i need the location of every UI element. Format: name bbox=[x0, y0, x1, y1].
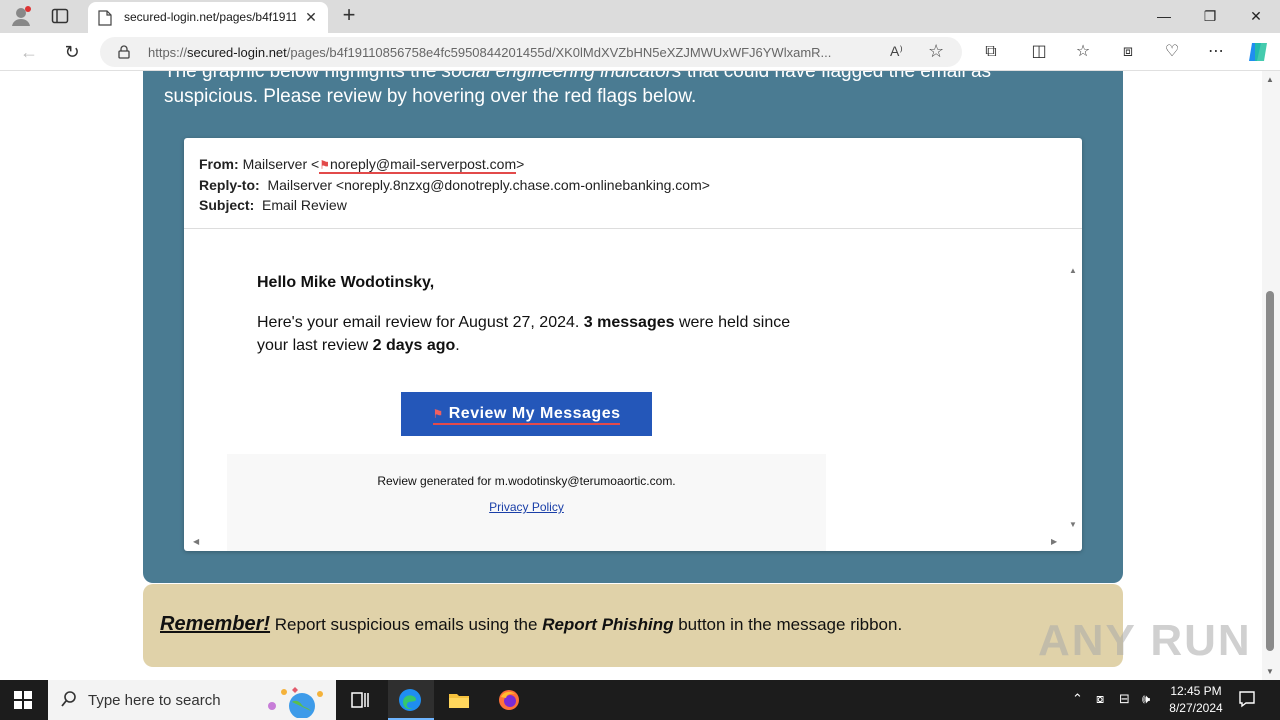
extensions-icon[interactable]: ⧉ bbox=[980, 41, 1002, 63]
taskbar-search[interactable]: Type here to search bbox=[48, 680, 336, 720]
flagged-sender[interactable]: ⚑noreply@mail-serverpost.com bbox=[319, 156, 517, 174]
search-placeholder: Type here to search bbox=[88, 692, 221, 709]
page-scrollbar[interactable]: ▲ ▼ bbox=[1262, 71, 1280, 680]
red-flag-icon[interactable]: ⚑ bbox=[319, 158, 330, 172]
reminder-panel: Remember! Report suspicious emails using… bbox=[143, 584, 1123, 667]
system-clock[interactable]: 12:45 PM 8/27/2024 bbox=[1160, 683, 1232, 717]
tray-overflow-icon[interactable]: ⌃ bbox=[1072, 691, 1083, 707]
search-icon bbox=[61, 691, 76, 707]
back-button[interactable]: ← bbox=[18, 41, 40, 63]
network-icon[interactable]: ⊟ bbox=[1119, 691, 1130, 707]
more-menu-icon[interactable]: ⋯ bbox=[1205, 41, 1227, 63]
lesson-intro: The graphic below highlights the social … bbox=[164, 71, 992, 107]
url-text[interactable]: https://secured-login.net/pages/b4f19110… bbox=[148, 45, 878, 60]
browser-essentials-icon[interactable]: ♡ bbox=[1161, 41, 1183, 63]
scroll-left-icon[interactable]: ◀ bbox=[193, 537, 199, 546]
lock-icon[interactable] bbox=[118, 45, 130, 59]
page-icon bbox=[98, 10, 112, 26]
footer-text: Review generated for m.wodotinsky@terumo… bbox=[377, 474, 676, 488]
address-bar[interactable]: https://secured-login.net/pages/b4f19110… bbox=[100, 37, 962, 67]
privacy-policy-link[interactable]: Privacy Policy bbox=[227, 500, 826, 514]
windows-start-icon[interactable] bbox=[14, 691, 32, 709]
browser-toolbar: ← ↻ https://secured-login.net/pages/b4f1… bbox=[0, 33, 1280, 71]
email-footer: Review generated for m.wodotinsky@terumo… bbox=[227, 454, 826, 551]
lesson-panel: The graphic below highlights the social … bbox=[143, 71, 1123, 583]
notifications-icon[interactable] bbox=[1238, 690, 1256, 708]
firefox-icon[interactable] bbox=[497, 688, 521, 712]
taskbar-edge-active[interactable] bbox=[388, 680, 434, 720]
phishing-email-preview: From: Mailserver <⚑noreply@mail-serverpo… bbox=[184, 138, 1082, 551]
favorites-icon[interactable]: ☆ bbox=[1072, 41, 1094, 63]
browser-tab-active[interactable]: secured-login.net/pages/b4f1911 ✕ bbox=[88, 2, 328, 33]
from-row: From: Mailserver <⚑noreply@mail-serverpo… bbox=[199, 156, 525, 174]
scroll-up-icon[interactable]: ▲ bbox=[1266, 75, 1274, 84]
minimize-button[interactable]: — bbox=[1142, 4, 1186, 28]
scroll-down-icon[interactable]: ▼ bbox=[1069, 520, 1077, 529]
meet-now-icon[interactable]: ⧇ bbox=[1096, 691, 1104, 707]
profile-icon[interactable] bbox=[10, 5, 32, 27]
tab-strip: secured-login.net/pages/b4f1911 ✕ + — ❐ … bbox=[0, 0, 1280, 33]
red-flag-icon[interactable]: ⚑ bbox=[433, 407, 444, 421]
scroll-up-icon[interactable]: ▲ bbox=[1069, 266, 1077, 275]
read-aloud-icon[interactable]: A⁾ bbox=[890, 43, 903, 60]
close-tab-icon[interactable]: ✕ bbox=[302, 8, 320, 26]
email-greeting: Hello Mike Wodotinsky, bbox=[257, 274, 435, 291]
file-explorer-icon[interactable] bbox=[447, 688, 471, 712]
review-messages-button[interactable]: ⚑ Review My Messages bbox=[401, 392, 652, 436]
close-window-button[interactable]: ✕ bbox=[1234, 4, 1278, 28]
split-screen-icon[interactable]: ◫ bbox=[1028, 41, 1050, 63]
refresh-button[interactable]: ↻ bbox=[61, 41, 83, 63]
email-body-text: Here's your email review for August 27, … bbox=[257, 314, 791, 354]
tab-title: secured-login.net/pages/b4f1911 bbox=[124, 10, 296, 24]
copilot-icon[interactable] bbox=[1246, 40, 1270, 64]
reply-to-row: Reply-to: Mailserver <noreply.8nzxg@dono… bbox=[199, 177, 710, 193]
maximize-button[interactable]: ❐ bbox=[1188, 4, 1232, 28]
taskbar: Type here to search ⌃ ⧇ ⊟ 🕪 12:45 PM 8/2… bbox=[0, 680, 1280, 720]
email-body[interactable]: Hello Mike Wodotinsky, Here's your email… bbox=[184, 229, 1082, 551]
email-headers: From: Mailserver <⚑noreply@mail-serverpo… bbox=[199, 154, 710, 215]
page-content: The graphic below highlights the social … bbox=[0, 71, 1262, 680]
scroll-down-icon[interactable]: ▼ bbox=[1266, 667, 1274, 676]
volume-icon[interactable]: 🕪 bbox=[1142, 691, 1150, 707]
anyrun-watermark: ANY RUN bbox=[1038, 616, 1252, 665]
tab-actions-icon[interactable] bbox=[51, 7, 69, 25]
edge-icon[interactable] bbox=[398, 688, 422, 712]
reminder-text: Remember! Report suspicious emails using… bbox=[160, 613, 903, 635]
new-tab-button[interactable]: + bbox=[338, 4, 360, 27]
search-highlight-icon bbox=[268, 687, 323, 718]
task-view-icon[interactable] bbox=[348, 688, 372, 712]
subject-row: Subject: Email Review bbox=[199, 197, 347, 213]
add-favorite-icon[interactable]: ☆ bbox=[928, 41, 944, 62]
collections-icon[interactable]: ⧈ bbox=[1117, 41, 1139, 63]
scrollbar-thumb[interactable] bbox=[1266, 291, 1274, 651]
scroll-right-icon[interactable]: ▶ bbox=[1051, 537, 1057, 546]
